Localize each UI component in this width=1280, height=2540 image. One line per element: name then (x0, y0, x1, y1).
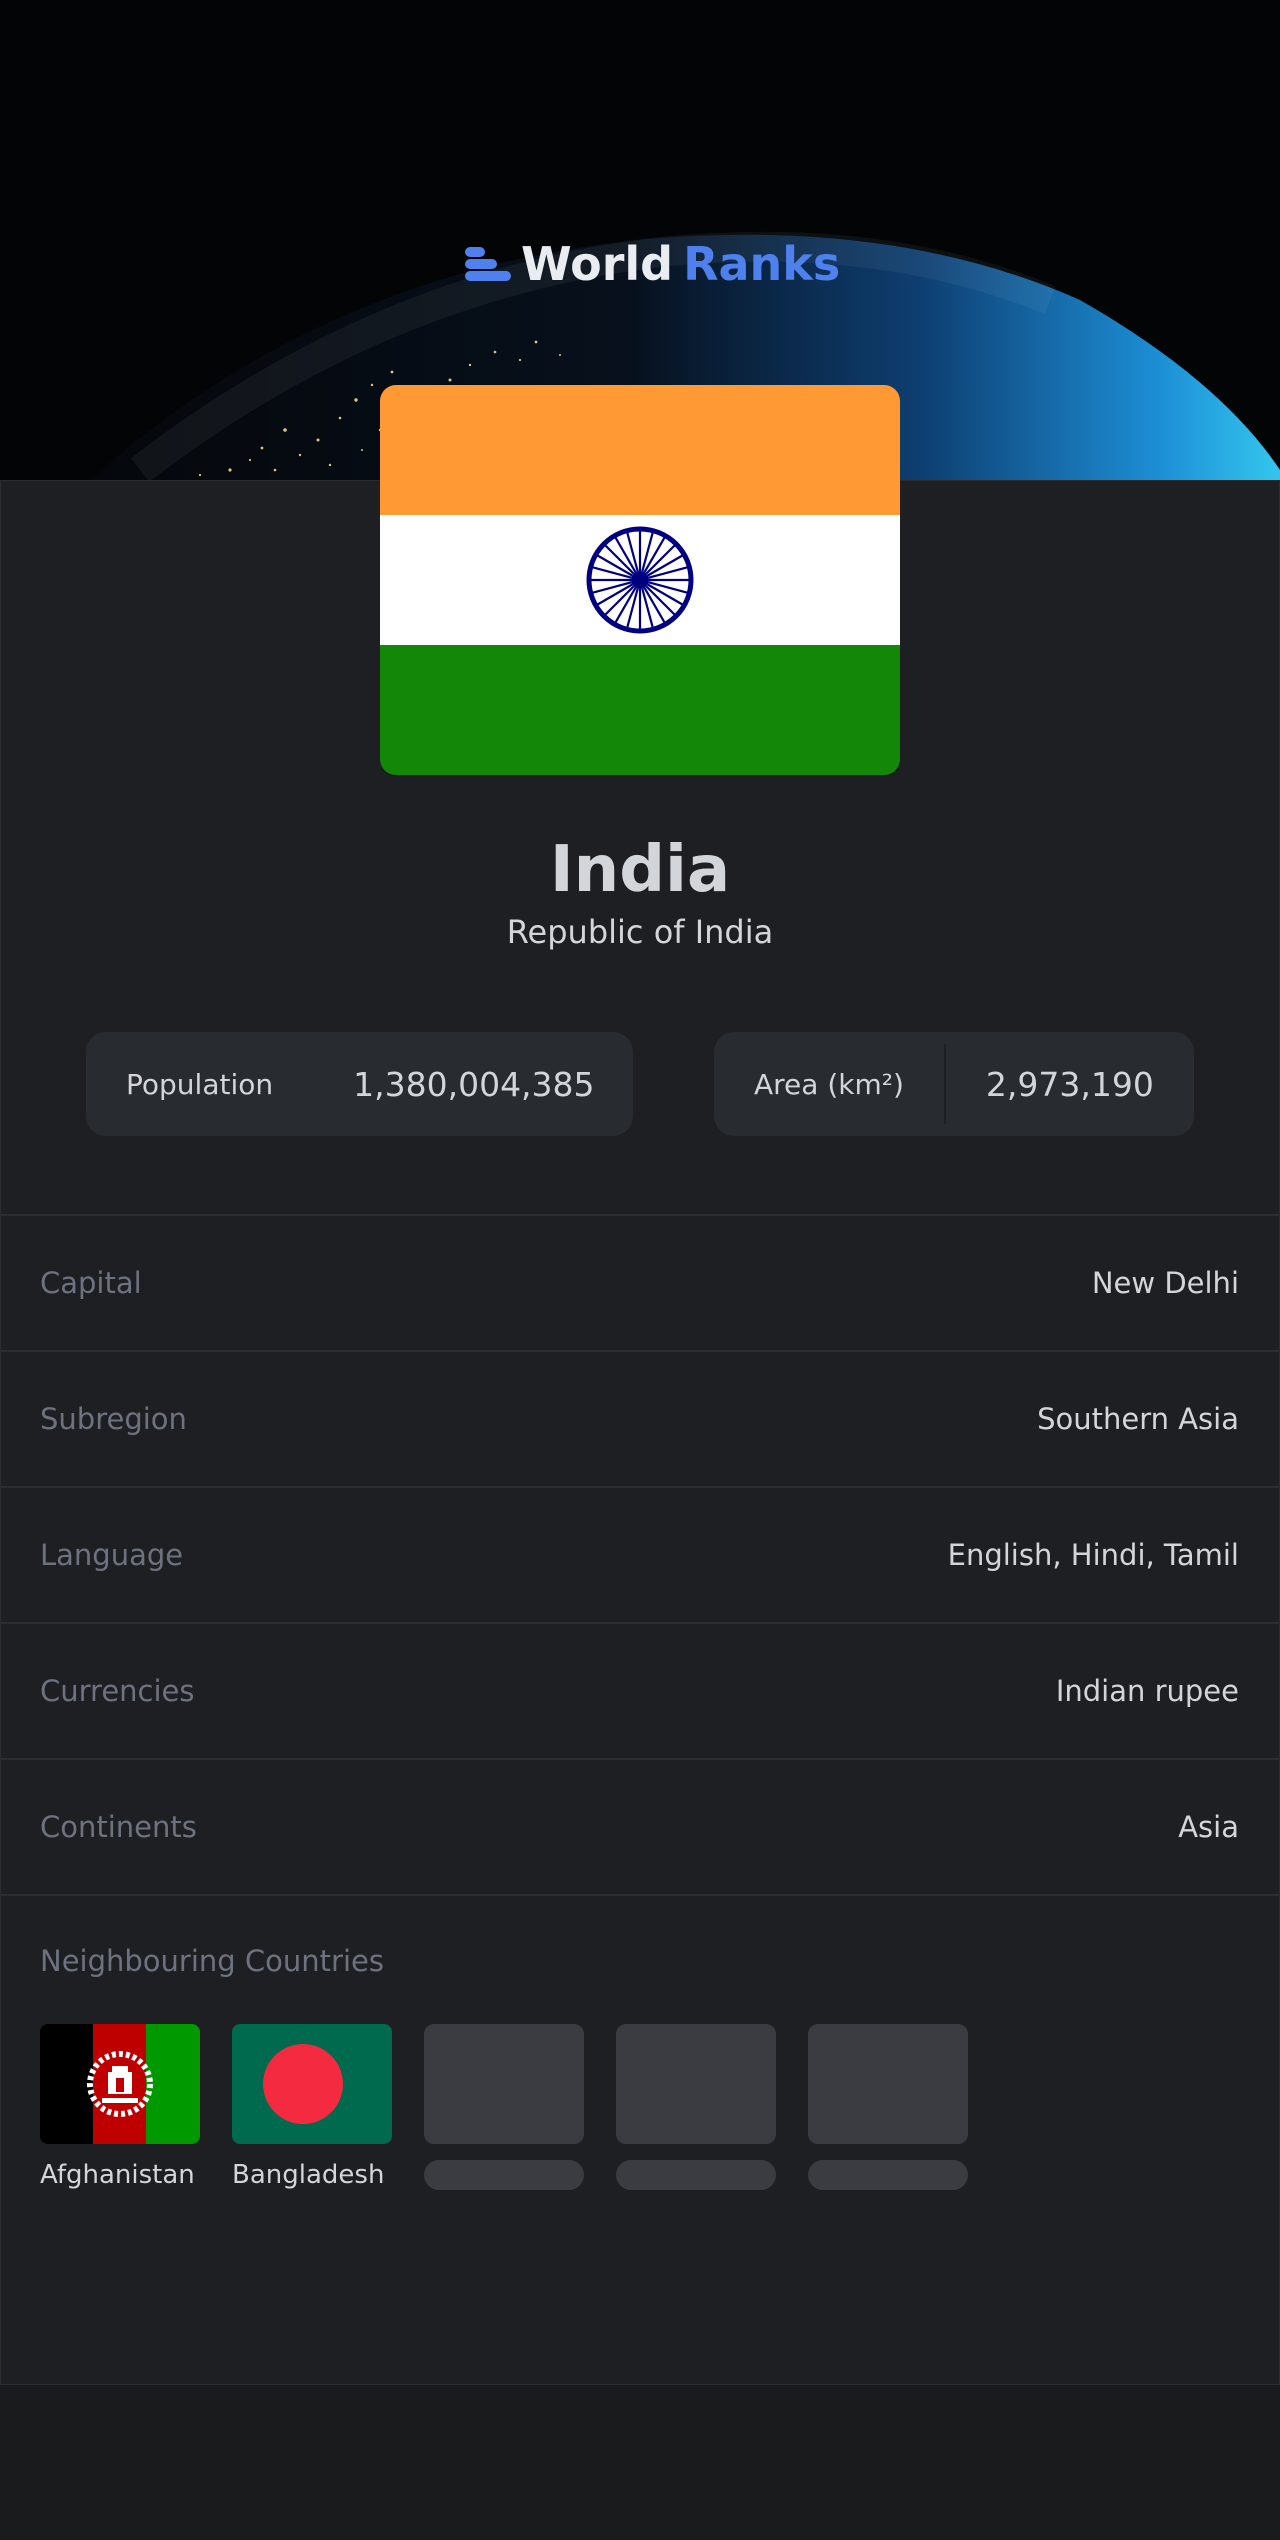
neighbour-bangladesh[interactable]: Bangladesh (232, 2024, 392, 2190)
detail-key: Currencies (40, 1674, 195, 1708)
placeholder-flag (424, 2024, 584, 2144)
placeholder-label (808, 2160, 968, 2190)
india-flag-image (380, 385, 900, 775)
placeholder-label (616, 2160, 776, 2190)
detail-value: Asia (1178, 1810, 1239, 1844)
detail-key: Subregion (40, 1402, 187, 1436)
placeholder-flag (808, 2024, 968, 2144)
population-value: 1,380,004,385 (353, 1064, 595, 1104)
population-label: Population (126, 1067, 274, 1101)
divider (1, 1894, 1279, 1896)
detail-row-language: Language English, Hindi, Tamil (1, 1486, 1279, 1622)
detail-key: Continents (40, 1810, 197, 1844)
population-stat: Population 1,380,004,385 (86, 1032, 633, 1136)
country-name: India (549, 833, 731, 907)
bars-icon (465, 245, 511, 283)
detail-row-continents: Continents Asia (1, 1758, 1279, 1894)
detail-key: Language (40, 1538, 184, 1572)
detail-row-subregion: Subregion Southern Asia (1, 1350, 1279, 1486)
neighbour-name: Afghanistan (40, 2160, 195, 2190)
neighbour-placeholder (808, 2024, 968, 2190)
brand-ranks: Ranks (683, 237, 841, 291)
bangladesh-flag (232, 2024, 392, 2144)
detail-value: Southern Asia (1037, 1402, 1239, 1436)
area-label: Area (km²) (754, 1067, 904, 1101)
detail-row-currencies: Currencies Indian rupee (1, 1622, 1279, 1758)
neighbour-afghanistan[interactable]: Afghanistan (40, 2024, 200, 2190)
app-logo[interactable]: World Ranks (465, 237, 841, 291)
detail-row-capital: Capital New Delhi (1, 1214, 1279, 1350)
detail-key: Capital (40, 1266, 142, 1300)
detail-value: Indian rupee (1055, 1674, 1239, 1708)
country-official-name: Republic of India (506, 913, 774, 951)
area-value: 2,973,190 (985, 1064, 1154, 1104)
detail-value: English, Hindi, Tamil (947, 1538, 1239, 1572)
neighbour-placeholder (616, 2024, 776, 2190)
placeholder-label (424, 2160, 584, 2190)
detail-value: New Delhi (1091, 1266, 1239, 1300)
neighbour-name: Bangladesh (232, 2160, 385, 2190)
area-stat: Area (km²) 2,973,190 (714, 1032, 1194, 1136)
neighbours-title: Neighbouring Countries (40, 1944, 384, 1978)
placeholder-flag (616, 2024, 776, 2144)
neighbour-placeholder (424, 2024, 584, 2190)
brand-world: World (521, 237, 674, 291)
afghanistan-flag (40, 2024, 200, 2144)
